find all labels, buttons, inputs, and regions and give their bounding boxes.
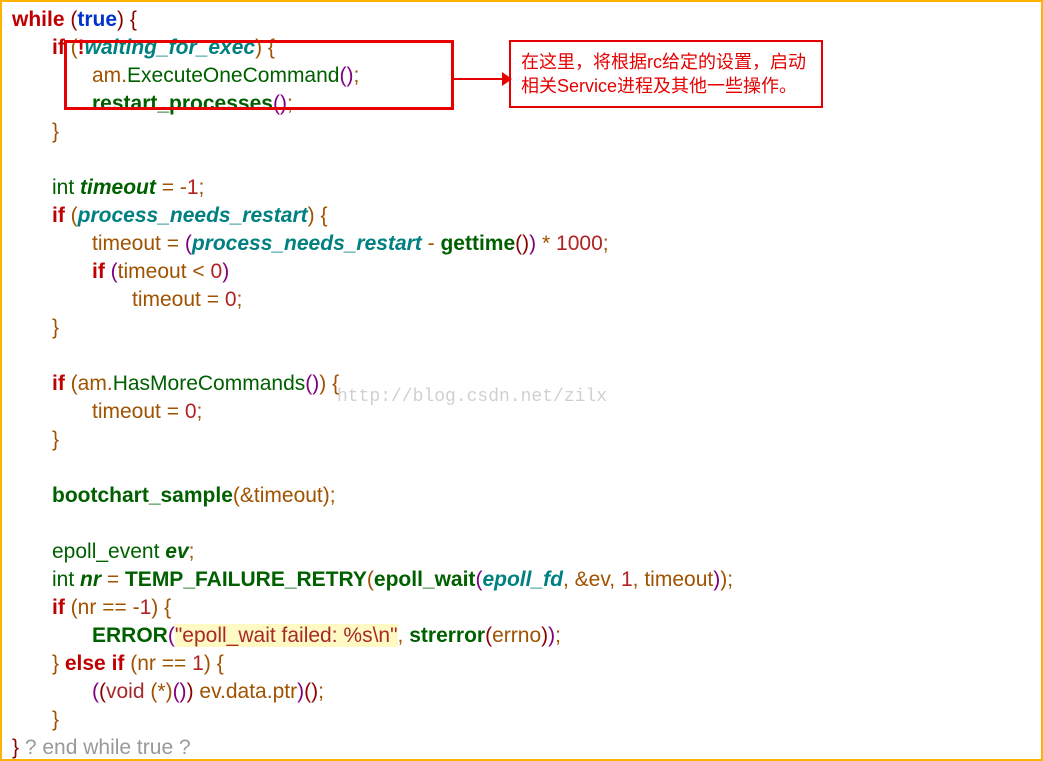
blank-line (12, 342, 733, 370)
code-line: if (timeout < 0) (12, 258, 733, 286)
code-line: } ? end while true ? (12, 734, 733, 761)
code-block: while (true) { if (!waiting_for_exec) { … (12, 6, 733, 761)
code-line: timeout = 0; (12, 398, 733, 426)
code-line: epoll_event ev; (12, 538, 733, 566)
code-line: bootchart_sample(&timeout); (12, 482, 733, 510)
code-line: if (am.HasMoreCommands()) { (12, 370, 733, 398)
code-line: } (12, 314, 733, 342)
code-line: } else if (nr == 1) { (12, 650, 733, 678)
highlight-box (64, 40, 454, 110)
code-line: if (process_needs_restart) { (12, 202, 733, 230)
code-line: timeout = 0; (12, 286, 733, 314)
code-line: ((void (*)()) ev.data.ptr)(); (12, 678, 733, 706)
code-screenshot-frame: http://blog.csdn.net/zilx while (true) {… (0, 0, 1043, 761)
annotation-box: 在这里，将根据rc给定的设置，启动相关Service进程及其他一些操作。 (509, 40, 823, 108)
code-line: timeout = (process_needs_restart - getti… (12, 230, 733, 258)
code-line: ERROR("epoll_wait failed: %s\n", strerro… (12, 622, 733, 650)
code-line: while (true) { (12, 6, 733, 34)
blank-line (12, 454, 733, 482)
code-line: if (nr == -1) { (12, 594, 733, 622)
blank-line (12, 510, 733, 538)
blank-line (12, 146, 733, 174)
code-line: } (12, 706, 733, 734)
arrow-line (454, 78, 509, 80)
code-line: int timeout = -1; (12, 174, 733, 202)
code-line: } (12, 426, 733, 454)
code-line: int nr = TEMP_FAILURE_RETRY(epoll_wait(e… (12, 566, 733, 594)
code-line: } (12, 118, 733, 146)
